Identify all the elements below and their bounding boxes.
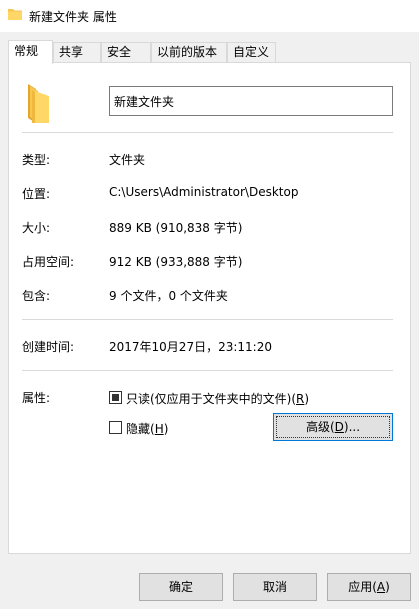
type-label: 类型: [22,153,51,167]
location-label: 位置: [22,187,51,201]
tab-previous-versions[interactable]: 以前的版本 [151,42,227,63]
separator [22,370,393,371]
created-value: 2017年10月27日，23:11:20 [109,340,272,354]
tab-customize[interactable]: 自定义 [227,42,276,63]
cancel-button[interactable]: 取消 [233,573,317,601]
tab-sharing[interactable]: 共享 [53,42,101,63]
created-label: 创建时间: [22,340,75,354]
separator [22,319,393,320]
location-value: C:\Users\Administrator\Desktop [109,185,299,199]
separator [22,132,393,133]
tab-general[interactable]: 常规 [8,40,53,64]
readonly-checkbox[interactable] [109,391,122,404]
size-label: 大小: [22,221,51,235]
general-panel [8,62,411,554]
readonly-label[interactable]: 只读(仅应用于文件夹中的文件)(R) [126,390,309,407]
tab-security[interactable]: 安全 [101,42,151,63]
advanced-button[interactable]: 高级(D)... [273,413,393,441]
hidden-checkbox[interactable] [109,421,122,434]
contains-label: 包含: [22,289,51,303]
attributes-label: 属性: [22,391,51,405]
folder-icon-large [28,84,49,123]
hidden-label[interactable]: 隐藏(H) [126,420,168,437]
folder-name-input[interactable] [109,86,393,116]
size-value: 889 KB (910,838 字节) [109,221,243,235]
ok-button[interactable]: 确定 [139,573,223,601]
folder-icon [8,9,22,20]
window-title: 新建文件夹 属性 [29,10,117,24]
contains-value: 9 个文件，0 个文件夹 [109,289,228,303]
apply-button[interactable]: 应用(A) [327,573,411,601]
title-bar: 新建文件夹 属性 [0,0,419,32]
disk-size-label: 占用空间: [22,255,75,269]
type-value: 文件夹 [109,153,146,167]
disk-size-value: 912 KB (933,888 字节) [109,255,243,269]
